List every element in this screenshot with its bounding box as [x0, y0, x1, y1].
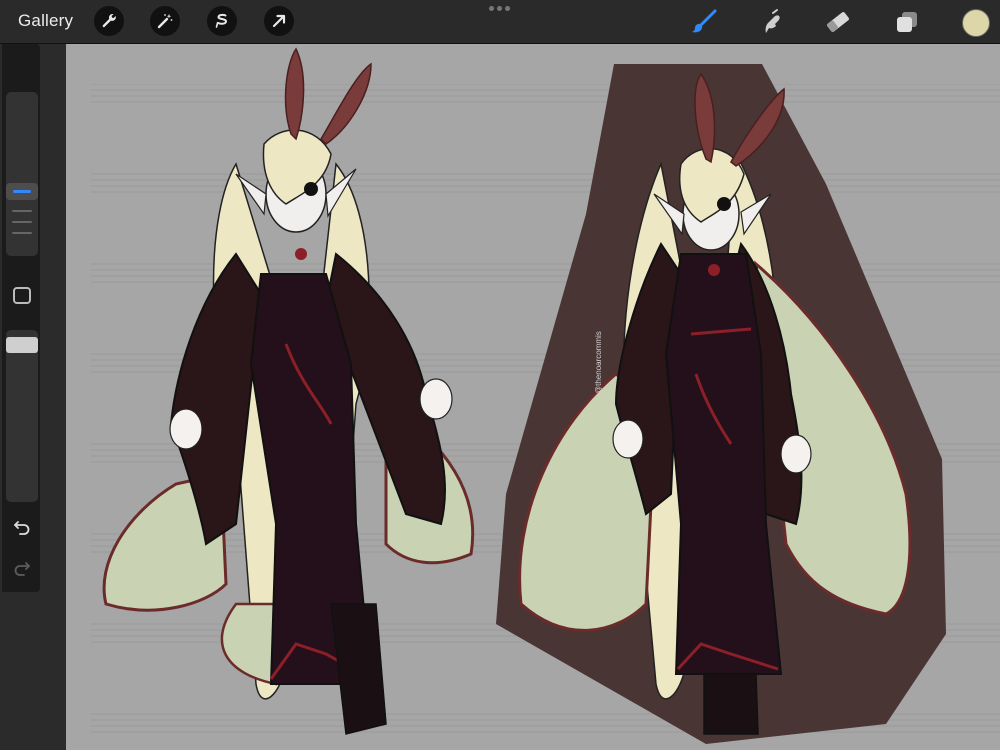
opacity-handle[interactable] — [6, 337, 38, 353]
gallery-button[interactable]: Gallery — [18, 11, 73, 31]
character-drawing-left — [102, 47, 475, 735]
eraser-icon[interactable] — [822, 6, 854, 38]
transform-arrow-icon[interactable] — [264, 6, 294, 36]
magic-wand-icon[interactable] — [150, 6, 180, 36]
drawing-canvas[interactable]: @thenoarcommis — [66, 44, 1000, 750]
modify-button[interactable] — [13, 287, 31, 304]
brush-icon[interactable] — [688, 6, 720, 38]
color-picker-swatch[interactable] — [962, 9, 990, 37]
opacity-slider[interactable] — [6, 330, 38, 502]
grip-handle-icon[interactable] — [489, 6, 510, 11]
redo-icon[interactable] — [11, 557, 33, 579]
layers-icon[interactable] — [891, 6, 923, 38]
brush-controls-panel — [2, 44, 40, 592]
brush-size-handle[interactable] — [6, 183, 38, 200]
character-drawing-right: @thenoarcommis — [496, 64, 946, 744]
artist-signature: @thenoarcommis — [594, 331, 603, 394]
top-toolbar: Gallery — [0, 0, 1000, 44]
undo-icon[interactable] — [11, 516, 33, 538]
selection-icon[interactable] — [207, 6, 237, 36]
smudge-icon[interactable] — [755, 6, 787, 38]
size-tick-marks — [12, 210, 32, 243]
wrench-icon[interactable] — [94, 6, 124, 36]
